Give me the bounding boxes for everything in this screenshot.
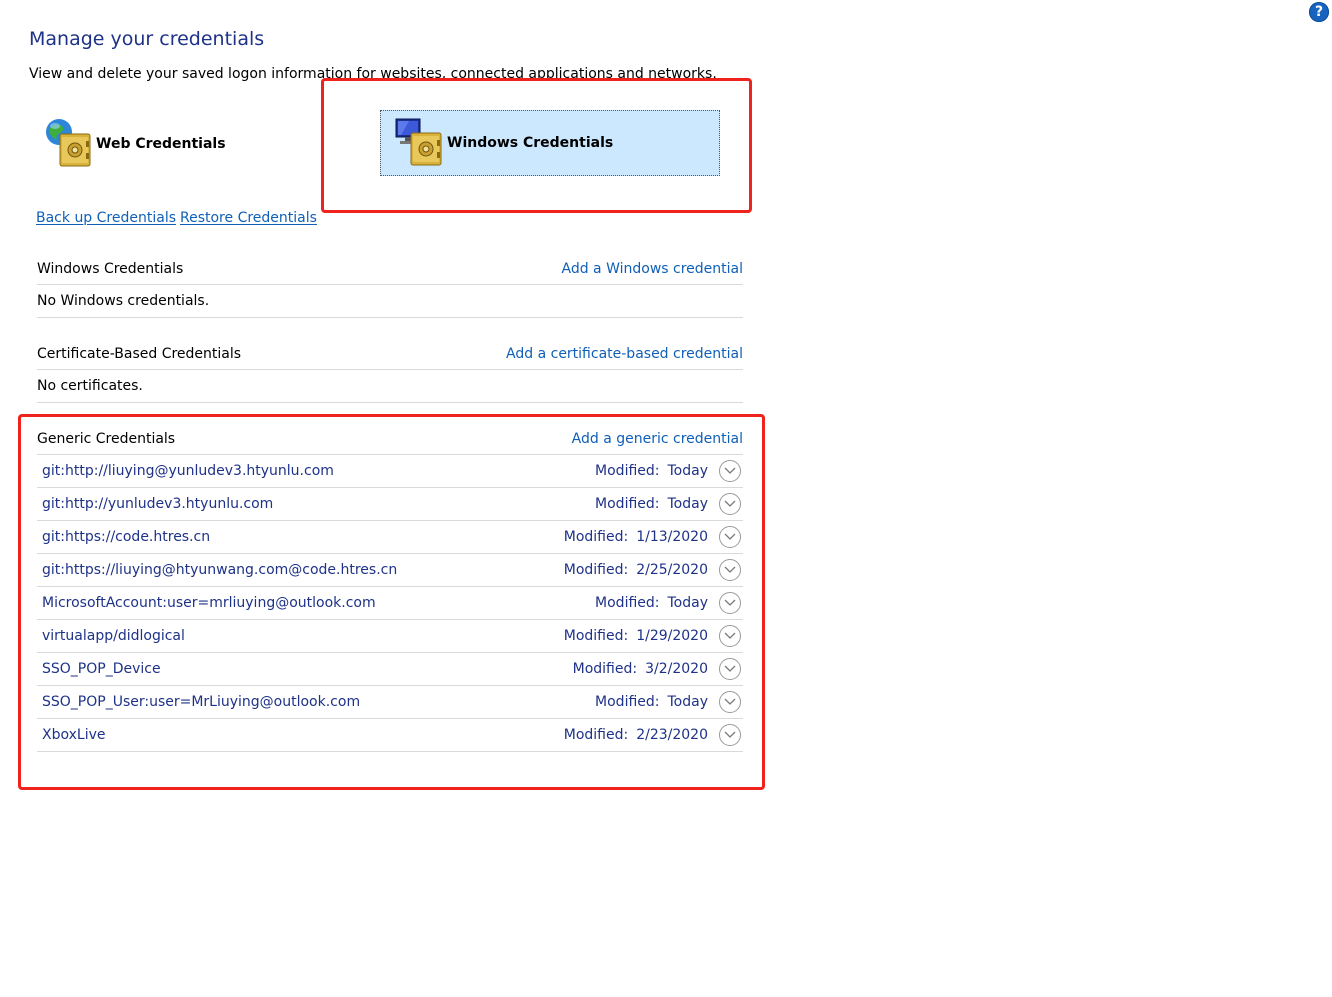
credential-modified: Modified: 2/25/2020 xyxy=(564,559,743,581)
credential-name[interactable]: git:https://liuying@htyunwang.com@code.h… xyxy=(37,562,397,578)
credential-name[interactable]: git:http://yunludev3.htyunlu.com xyxy=(37,496,273,512)
credential-row[interactable]: SSO_POP_Device Modified: 3/2/2020 xyxy=(37,653,743,686)
modified-date: Today xyxy=(667,496,709,512)
add-windows-credential-link[interactable]: Add a Windows credential xyxy=(561,261,743,277)
no-certificates-text: No certificates. xyxy=(37,370,743,403)
expand-chevron-icon[interactable] xyxy=(719,691,741,713)
modified-label: Modified: xyxy=(563,628,629,644)
credential-name[interactable]: SSO_POP_Device xyxy=(37,661,161,677)
modified-date: Today xyxy=(667,463,709,479)
expand-chevron-icon[interactable] xyxy=(719,592,741,614)
modified-label: Modified: xyxy=(595,463,660,479)
modified-date: Today xyxy=(667,694,709,710)
modified-date: 1/29/2020 xyxy=(636,628,708,644)
credential-row[interactable]: MicrosoftAccount:user=mrliuying@outlook.… xyxy=(37,587,743,620)
page-title: Manage your credentials xyxy=(29,28,265,50)
web-credentials-label: Web Credentials xyxy=(96,136,226,152)
generic-credentials-list: git:http://liuying@yunludev3.htyunlu.com… xyxy=(37,455,743,752)
add-generic-credential-link[interactable]: Add a generic credential xyxy=(572,431,743,447)
certificate-credentials-header: Certificate-Based Credentials Add a cert… xyxy=(37,339,743,370)
credential-modified: Modified: Today xyxy=(595,460,743,482)
add-certificate-credential-link[interactable]: Add a certificate-based credential xyxy=(506,346,743,362)
credential-name[interactable]: MicrosoftAccount:user=mrliuying@outlook.… xyxy=(37,595,376,611)
expand-chevron-icon[interactable] xyxy=(719,658,741,680)
section-title: Windows Credentials xyxy=(37,261,184,277)
backup-credentials-link[interactable]: Back up Credentials xyxy=(36,210,176,226)
credential-modified: Modified: 1/13/2020 xyxy=(564,526,743,548)
credential-name[interactable]: git:https://code.htres.cn xyxy=(37,529,210,545)
credential-modified: Modified: 2/23/2020 xyxy=(564,724,743,746)
modified-label: Modified: xyxy=(563,727,629,743)
windows-credentials-label: Windows Credentials xyxy=(447,135,614,151)
modified-label: Modified: xyxy=(595,694,660,710)
credential-name[interactable]: XboxLive xyxy=(37,727,106,743)
windows-credentials-section: Windows Credentials Add a Windows creden… xyxy=(37,254,743,318)
modified-date: 3/2/2020 xyxy=(645,661,708,677)
section-title: Certificate-Based Credentials xyxy=(37,346,242,362)
credential-row[interactable]: SSO_POP_User:user=MrLiuying@outlook.com M… xyxy=(37,686,743,719)
section-title: Generic Credentials xyxy=(37,431,176,447)
expand-chevron-icon[interactable] xyxy=(719,526,741,548)
credential-row[interactable]: git:http://yunludev3.htyunlu.com Modified… xyxy=(37,488,743,521)
page-subtitle: View and delete your saved logon informa… xyxy=(29,66,717,82)
modified-label: Modified: xyxy=(563,529,629,545)
credential-name[interactable]: virtualapp/didlogical xyxy=(37,628,185,644)
certificate-credentials-section: Certificate-Based Credentials Add a cert… xyxy=(37,339,743,403)
windows-credentials-icon xyxy=(393,115,445,171)
expand-chevron-icon[interactable] xyxy=(719,460,741,482)
help-icon[interactable]: ? xyxy=(1309,2,1329,22)
credential-name[interactable]: git:http://liuying@yunludev3.htyunlu.com xyxy=(37,463,334,479)
credential-name[interactable]: SSO_POP_User:user=MrLiuying@outlook.com xyxy=(37,694,360,710)
modified-label: Modified: xyxy=(563,562,629,578)
credential-modified: Modified: 3/2/2020 xyxy=(573,658,743,680)
restore-credentials-link[interactable]: Restore Credentials xyxy=(180,210,317,226)
credential-row[interactable]: XboxLive Modified: 2/23/2020 xyxy=(37,719,743,752)
web-credentials-icon xyxy=(42,116,94,172)
expand-chevron-icon[interactable] xyxy=(719,559,741,581)
credential-modified: Modified: Today xyxy=(595,493,743,515)
generic-credentials-header: Generic Credentials Add a generic creden… xyxy=(37,424,743,455)
windows-credentials-header: Windows Credentials Add a Windows creden… xyxy=(37,254,743,285)
credential-modified: Modified: Today xyxy=(595,592,743,614)
no-windows-credentials-text: No Windows credentials. xyxy=(37,285,743,318)
expand-chevron-icon[interactable] xyxy=(719,724,741,746)
web-credentials-tile[interactable]: Web Credentials xyxy=(42,116,226,172)
credential-row[interactable]: git:https://code.htres.cn Modified: 1/13/2… xyxy=(37,521,743,554)
modified-date: Today xyxy=(667,595,709,611)
credential-row[interactable]: git:http://liuying@yunludev3.htyunlu.com… xyxy=(37,455,743,488)
modified-label: Modified: xyxy=(595,595,660,611)
modified-date: 2/23/2020 xyxy=(636,727,708,743)
generic-credentials-section: Generic Credentials Add a generic creden… xyxy=(37,424,743,752)
windows-credentials-tile[interactable]: Windows Credentials xyxy=(380,110,720,176)
modified-label: Modified: xyxy=(572,661,638,677)
credential-modified: Modified: 1/29/2020 xyxy=(564,625,743,647)
expand-chevron-icon[interactable] xyxy=(719,625,741,647)
credential-modified: Modified: Today xyxy=(595,691,743,713)
expand-chevron-icon[interactable] xyxy=(719,493,741,515)
modified-date: 1/13/2020 xyxy=(636,529,708,545)
modified-label: Modified: xyxy=(595,496,660,512)
credential-row[interactable]: git:https://liuying@htyunwang.com@code.h… xyxy=(37,554,743,587)
credential-row[interactable]: virtualapp/didlogical Modified: 1/29/2020 xyxy=(37,620,743,653)
modified-date: 2/25/2020 xyxy=(636,562,708,578)
